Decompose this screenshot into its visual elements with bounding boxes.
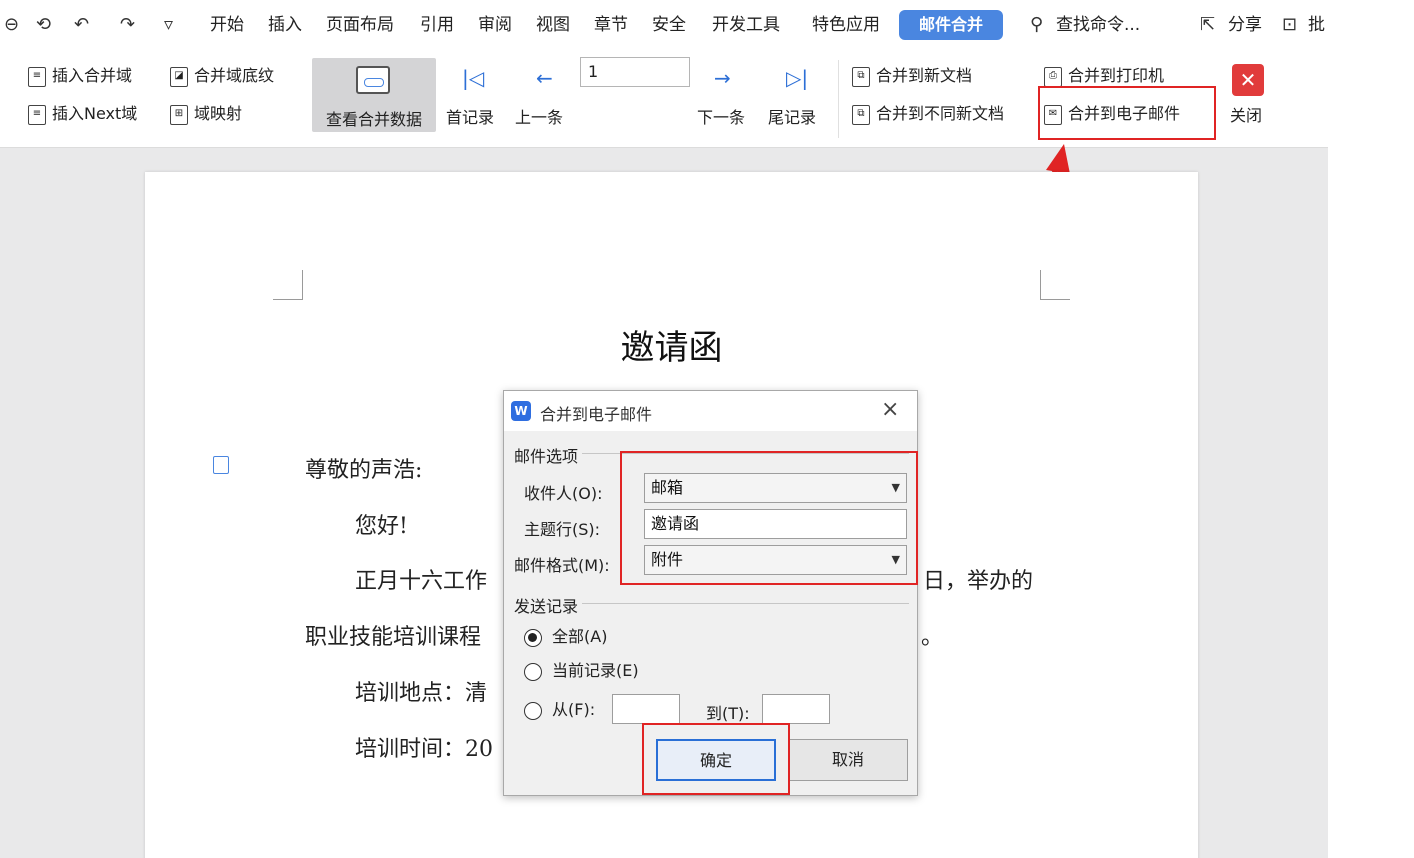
record-number-input[interactable]: 1 — [580, 57, 690, 87]
merged-data-icon — [356, 66, 390, 94]
app-root: ⊖ ⟲ ↶ ↷ ▿ 开始 插入 页面布局 引用 审阅 视图 章节 安全 开发工具… — [0, 0, 1414, 858]
highlight-mail-fields — [620, 451, 918, 585]
different-docs-icon: ⧉ — [852, 104, 870, 125]
quick-access-dropdown-icon[interactable]: ▿ — [164, 12, 173, 38]
from-record-input[interactable] — [612, 694, 680, 724]
recipient-label: 收件人(O): — [524, 484, 603, 503]
last-record-icon[interactable]: ▷| — [786, 66, 808, 90]
margin-corner-top-right — [1040, 270, 1070, 300]
new-doc-icon: ⧉ — [852, 66, 870, 87]
dialog-titlebar: W 合并到电子邮件 × — [504, 391, 917, 431]
highlight-merge-to-email — [1038, 86, 1216, 140]
tab-mail-merge[interactable]: 邮件合并 — [899, 10, 1003, 40]
menu-view[interactable]: 视图 — [536, 12, 570, 38]
merge-to-printer-button[interactable]: ⎙ 合并到打印机 — [1044, 64, 1164, 88]
command-search[interactable]: 查找命令... — [1056, 12, 1140, 38]
ribbon-separator — [838, 60, 839, 138]
wps-window: ⊖ ⟲ ↶ ↷ ▿ 开始 插入 页面布局 引用 审阅 视图 章节 安全 开发工具… — [0, 0, 1328, 858]
preview-icon[interactable]: ⟲ — [36, 12, 51, 38]
undo-icon[interactable]: ↶ — [74, 12, 89, 38]
merge-to-different-docs-button[interactable]: ⧉ 合并到不同新文档 — [852, 102, 1004, 126]
menu-insert[interactable]: 插入 — [268, 12, 302, 38]
hello-text: 您好! — [355, 514, 408, 539]
wps-logo-icon: W — [511, 401, 531, 421]
share-button[interactable]: 分享 — [1228, 12, 1262, 38]
merge-to-new-doc-button[interactable]: ⧉ 合并到新文档 — [852, 64, 972, 88]
training-location: 培训地点：清 — [355, 681, 488, 706]
prev-record-button[interactable]: 上一条 — [515, 104, 563, 128]
menu-sections[interactable]: 章节 — [594, 12, 628, 38]
menu-page-layout[interactable]: 页面布局 — [326, 12, 394, 38]
menu-review[interactable]: 审阅 — [478, 12, 512, 38]
radio-from[interactable]: 从(F): — [524, 698, 595, 722]
next-record-icon[interactable]: → — [714, 66, 731, 90]
first-record-button[interactable]: 首记录 — [446, 104, 494, 128]
first-record-icon[interactable]: |◁ — [462, 66, 484, 90]
comment-icon[interactable]: ⊡ — [1282, 12, 1297, 38]
search-icon[interactable]: ⚲ — [1030, 12, 1043, 38]
close-mail-merge-button[interactable]: 关闭 — [1230, 104, 1262, 128]
share-icon[interactable]: ⇱ — [1200, 12, 1215, 38]
paragraph-2-right: 。 — [921, 625, 944, 650]
close-icon[interactable]: ✕ — [1232, 64, 1264, 96]
document-title: 邀请函 — [620, 328, 723, 368]
insert-next-field-button[interactable]: ≡ 插入Next域 — [28, 102, 137, 126]
radio-icon — [524, 701, 542, 720]
merge-field-shading-button[interactable]: ◪ 合并域底纹 — [170, 64, 274, 88]
mail-options-group-label: 邮件选项 — [514, 443, 583, 467]
menu-home[interactable]: 开始 — [210, 12, 244, 38]
radio-icon — [524, 662, 542, 681]
to-label: 到(T): — [706, 704, 750, 723]
redo-icon[interactable]: ↷ — [120, 12, 135, 38]
cancel-button[interactable]: 取消 — [788, 739, 908, 781]
field-mapping-button[interactable]: ⊞ 域映射 — [170, 102, 242, 126]
radio-all[interactable]: 全部(A) — [524, 625, 607, 649]
next-field-icon: ≡ — [28, 104, 46, 125]
menu-references[interactable]: 引用 — [420, 12, 454, 38]
training-time: 培训时间：20 — [355, 737, 493, 762]
greeting-text: 尊敬的声浩: — [305, 458, 423, 483]
subject-label: 主题行(S): — [524, 520, 601, 539]
merge-field-icon: ≡ — [28, 66, 46, 87]
menu-developer[interactable]: 开发工具 — [712, 12, 780, 38]
radio-current-record[interactable]: 当前记录(E) — [524, 659, 639, 683]
menu-bar: ⊖ ⟲ ↶ ↷ ▿ 开始 插入 页面布局 引用 审阅 视图 章节 安全 开发工具… — [0, 0, 1328, 52]
last-record-button[interactable]: 尾记录 — [768, 104, 816, 128]
margin-corner-top-left — [273, 270, 303, 300]
mail-format-label: 邮件格式(M): — [514, 556, 610, 575]
menu-special-apps[interactable]: 特色应用 — [812, 12, 880, 38]
paragraph-2-left: 职业技能培训课程 — [305, 625, 482, 650]
radio-selected-icon — [524, 628, 542, 647]
printer-icon: ⎙ — [1044, 66, 1062, 87]
insert-merge-field-button[interactable]: ≡ 插入合并域 — [28, 64, 132, 88]
paragraph-1-right: 日，举办的 — [923, 569, 1034, 594]
highlight-ok-button — [642, 723, 790, 795]
file-menu-icon[interactable]: ⊖ — [4, 12, 19, 38]
paragraph-marker-icon — [213, 456, 229, 474]
shading-icon: ◪ — [170, 66, 188, 87]
dialog-close-icon[interactable]: × — [881, 397, 899, 422]
to-record-input[interactable] — [762, 694, 830, 724]
comment-button[interactable]: 批 — [1308, 12, 1325, 38]
next-record-button[interactable]: 下一条 — [697, 104, 745, 128]
field-mapping-icon: ⊞ — [170, 104, 188, 125]
menu-security[interactable]: 安全 — [652, 12, 686, 38]
view-merged-data-button[interactable]: 查看合并数据 — [312, 58, 436, 132]
dialog-title: 合并到电子邮件 — [540, 405, 653, 424]
paragraph-1-left: 正月十六工作 — [355, 569, 488, 594]
prev-record-icon[interactable]: ← — [536, 66, 553, 90]
send-records-group-label: 发送记录 — [514, 593, 583, 617]
